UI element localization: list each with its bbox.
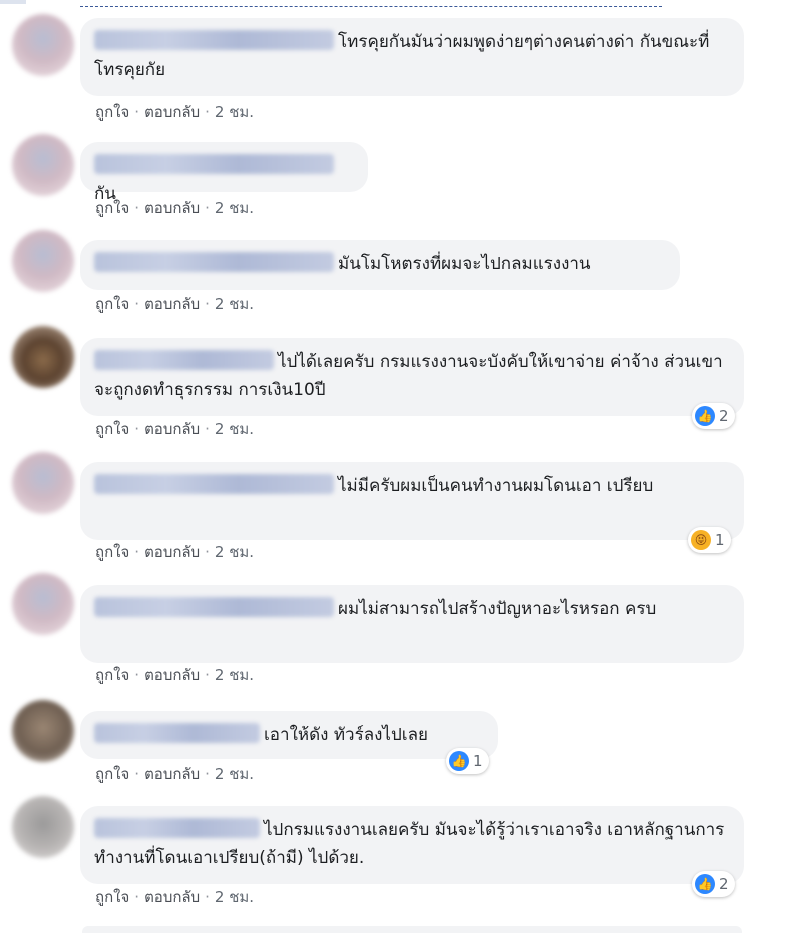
- reply-link[interactable]: ตอบกลับ: [144, 888, 200, 906]
- separator: ·: [134, 295, 140, 313]
- timestamp[interactable]: 2 ชม.: [215, 295, 254, 313]
- like-link[interactable]: ถูกใจ: [95, 420, 129, 438]
- comment-actions: ถูกใจ · ตอบกลับ · 2 ชม.: [95, 197, 254, 219]
- previous-comment-border: [80, 0, 662, 7]
- like-link[interactable]: ถูกใจ: [95, 199, 129, 217]
- separator: ·: [205, 765, 210, 783]
- avatar[interactable]: [12, 452, 74, 514]
- reaction-count: 2: [719, 875, 729, 893]
- author-name-blurred[interactable]: [94, 154, 334, 174]
- comment-actions: ถูกใจ · ตอบกลับ · 2 ชม.: [95, 101, 254, 123]
- like-link[interactable]: ถูกใจ: [95, 666, 129, 684]
- separator: ·: [134, 199, 140, 217]
- comment-bubble: ผมไม่สามารถไปสร้างปัญหาอะไรหรอก ครบ: [80, 585, 744, 663]
- reply-link[interactable]: ตอบกลับ: [144, 765, 200, 783]
- reaction-count: 1: [715, 531, 725, 549]
- timestamp[interactable]: 2 ชม.: [215, 199, 254, 217]
- avatar[interactable]: [12, 134, 74, 196]
- separator: ·: [134, 666, 140, 684]
- haha-icon: 😝: [691, 530, 711, 550]
- separator: ·: [134, 420, 140, 438]
- like-icon: 👍: [449, 751, 469, 771]
- avatar[interactable]: [12, 326, 74, 388]
- comment-actions: ถูกใจ · ตอบกลับ · 2 ชม.: [95, 664, 254, 686]
- author-name-blurred[interactable]: [94, 350, 274, 370]
- author-name-blurred[interactable]: [94, 597, 334, 617]
- partial-previous-avatar: [0, 0, 26, 4]
- separator: ·: [205, 103, 210, 121]
- timestamp[interactable]: 2 ชม.: [215, 103, 254, 121]
- comment-actions: ถูกใจ · ตอบกลับ · 2 ชม.: [95, 293, 254, 315]
- reply-link[interactable]: ตอบกลับ: [144, 666, 200, 684]
- next-comment-bubble-partial: [82, 926, 742, 933]
- separator: ·: [205, 199, 210, 217]
- like-icon: 👍: [695, 874, 715, 894]
- avatar[interactable]: [12, 14, 74, 76]
- like-link[interactable]: ถูกใจ: [95, 543, 129, 561]
- comment-bubble: มันโมโหตรงที่ผมจะไปกลมแรงงาน: [80, 240, 680, 290]
- like-link[interactable]: ถูกใจ: [95, 888, 129, 906]
- comment-actions: ถูกใจ · ตอบกลับ · 2 ชม.: [95, 418, 254, 440]
- comment-actions: ถูกใจ · ตอบกลับ · 2 ชม.: [95, 541, 254, 563]
- avatar[interactable]: [12, 796, 74, 858]
- separator: ·: [205, 543, 210, 561]
- like-link[interactable]: ถูกใจ: [95, 765, 129, 783]
- comment-bubble: กัน: [80, 142, 368, 204]
- separator: ·: [205, 666, 210, 684]
- separator: ·: [134, 888, 140, 906]
- avatar[interactable]: [12, 700, 74, 762]
- reaction-badge[interactable]: 😝 1: [688, 527, 731, 553]
- author-name-blurred[interactable]: [94, 723, 260, 743]
- reaction-count: 1: [473, 752, 483, 770]
- separator: ·: [205, 888, 210, 906]
- author-name-blurred[interactable]: [94, 474, 334, 494]
- timestamp[interactable]: 2 ชม.: [215, 765, 254, 783]
- reaction-badge[interactable]: 👍 2: [692, 871, 735, 897]
- comment-bubble: โทรคุยกันมันว่าผมพูดง่ายๆต่างคนต่างด่า ก…: [80, 18, 744, 96]
- comment-text: ไม่มีครับผมเป็นคนทำงานผมโดนเอา เปรียบ: [338, 476, 654, 496]
- separator: ·: [134, 765, 140, 783]
- reaction-count: 2: [719, 407, 729, 425]
- like-icon: 👍: [695, 406, 715, 426]
- comment-text: ผมไม่สามารถไปสร้างปัญหาอะไรหรอก ครบ: [338, 599, 657, 619]
- reaction-badge[interactable]: 👍 1: [446, 748, 489, 774]
- comment-actions: ถูกใจ · ตอบกลับ · 2 ชม.: [95, 763, 254, 785]
- reaction-badge[interactable]: 👍 2: [692, 403, 735, 429]
- author-name-blurred[interactable]: [94, 818, 260, 838]
- reply-link[interactable]: ตอบกลับ: [144, 199, 200, 217]
- avatar[interactable]: [12, 573, 74, 635]
- comment-bubble: ไม่มีครับผมเป็นคนทำงานผมโดนเอา เปรียบ: [80, 462, 744, 540]
- like-link[interactable]: ถูกใจ: [95, 295, 129, 313]
- separator: ·: [134, 543, 140, 561]
- separator: ·: [205, 295, 210, 313]
- author-name-blurred[interactable]: [94, 30, 334, 50]
- reply-link[interactable]: ตอบกลับ: [144, 420, 200, 438]
- timestamp[interactable]: 2 ชม.: [215, 666, 254, 684]
- reply-link[interactable]: ตอบกลับ: [144, 543, 200, 561]
- reply-link[interactable]: ตอบกลับ: [144, 103, 200, 121]
- avatar[interactable]: [12, 230, 74, 292]
- comment-actions: ถูกใจ · ตอบกลับ · 2 ชม.: [95, 886, 254, 908]
- comment-bubble: เอาให้ดัง ทัวร์ลงไปเลย: [80, 711, 498, 759]
- timestamp[interactable]: 2 ชม.: [215, 888, 254, 906]
- author-name-blurred[interactable]: [94, 252, 334, 272]
- comment-bubble: ไปกรมแรงงานเลยครับ มันจะได้รู้ว่าเราเอาจ…: [80, 806, 744, 884]
- comment-text: มันโมโหตรงที่ผมจะไปกลมแรงงาน: [338, 254, 591, 274]
- separator: ·: [134, 103, 140, 121]
- timestamp[interactable]: 2 ชม.: [215, 543, 254, 561]
- separator: ·: [205, 420, 210, 438]
- comment-text: เอาให้ดัง ทัวร์ลงไปเลย: [264, 725, 428, 745]
- like-link[interactable]: ถูกใจ: [95, 103, 129, 121]
- reply-link[interactable]: ตอบกลับ: [144, 295, 200, 313]
- comment-bubble: ไปได้เลยครับ กรมแรงงานจะบังคับให้เขาจ่าย…: [80, 338, 744, 416]
- timestamp[interactable]: 2 ชม.: [215, 420, 254, 438]
